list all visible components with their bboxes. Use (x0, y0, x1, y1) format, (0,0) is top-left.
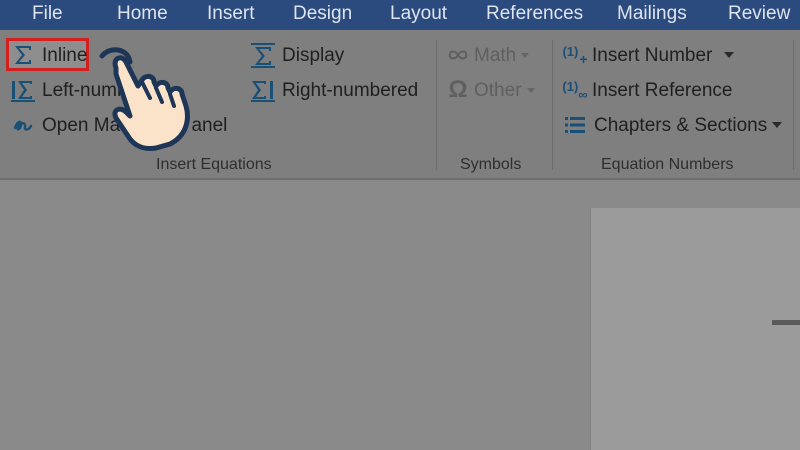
display-sigma-icon (250, 42, 276, 68)
right-numbered-sigma-icon (250, 77, 276, 103)
tab-design[interactable]: Design (293, 3, 352, 25)
tab-mailings[interactable]: Mailings (617, 3, 687, 25)
display-equation-button[interactable]: Display (250, 40, 344, 70)
right-numbered-label: Right-numbered (282, 79, 419, 101)
chapters-sections-label: Chapters & Sections (594, 114, 768, 136)
ribbon-tab-bar: File Home Insert Design Layout Reference… (0, 0, 800, 30)
tab-file[interactable]: File (32, 3, 63, 25)
insert-number-button[interactable]: (1) + Insert Number (562, 40, 735, 70)
tab-insert[interactable]: Insert (207, 3, 255, 25)
insert-reference-button[interactable]: (1) ∞ Insert Reference (562, 75, 732, 105)
math-label: Math (474, 44, 517, 66)
infinity-icon (446, 42, 470, 68)
equation-numbers-group-label: Equation Numbers (601, 156, 734, 173)
group-separator (436, 40, 437, 170)
tab-review[interactable]: Review (728, 3, 790, 25)
right-numbered-button[interactable]: Right-numbered (250, 75, 418, 105)
inline-label: Inline (42, 44, 88, 66)
display-label: Display (282, 44, 345, 66)
left-numbered-sigma-icon (10, 77, 36, 103)
insert-number-icon: (1) + (562, 43, 588, 67)
inline-equation-button[interactable]: Inline (10, 40, 87, 70)
insert-number-dropdown-icon (724, 52, 735, 58)
ribbon-divider (0, 178, 800, 180)
chapters-sections-button[interactable]: Chapters & Sections (562, 110, 783, 140)
insert-number-label: Insert Number (592, 44, 713, 66)
other-dropdown-icon (526, 87, 535, 93)
tab-references[interactable]: References (486, 3, 583, 25)
other-symbols-button[interactable]: Ω Other (446, 75, 535, 105)
pointing-hand-icon (99, 47, 190, 151)
reference-icon-text: (1) (562, 78, 579, 94)
tab-layout[interactable]: Layout (390, 3, 447, 25)
math-dropdown-icon (521, 52, 530, 58)
page-margin-mark (772, 320, 800, 325)
group-separator (793, 40, 794, 170)
math-symbols-button[interactable]: Math (446, 40, 530, 70)
sigma-icon (10, 42, 36, 68)
number-icon-text: (1) (562, 43, 579, 59)
other-label: Other (474, 79, 522, 101)
link-reference-icon: (1) ∞ (562, 78, 588, 102)
handwriting-icon (10, 112, 36, 138)
group-separator (552, 40, 553, 170)
tab-home[interactable]: Home (117, 3, 168, 25)
chapters-dropdown-icon (772, 122, 783, 128)
insert-equations-group-label: Insert Equations (156, 156, 272, 173)
list-icon (562, 112, 588, 138)
insert-reference-label: Insert Reference (592, 79, 733, 101)
omega-icon: Ω (448, 76, 468, 103)
document-page[interactable] (590, 208, 800, 450)
symbols-group-label: Symbols (460, 156, 522, 173)
